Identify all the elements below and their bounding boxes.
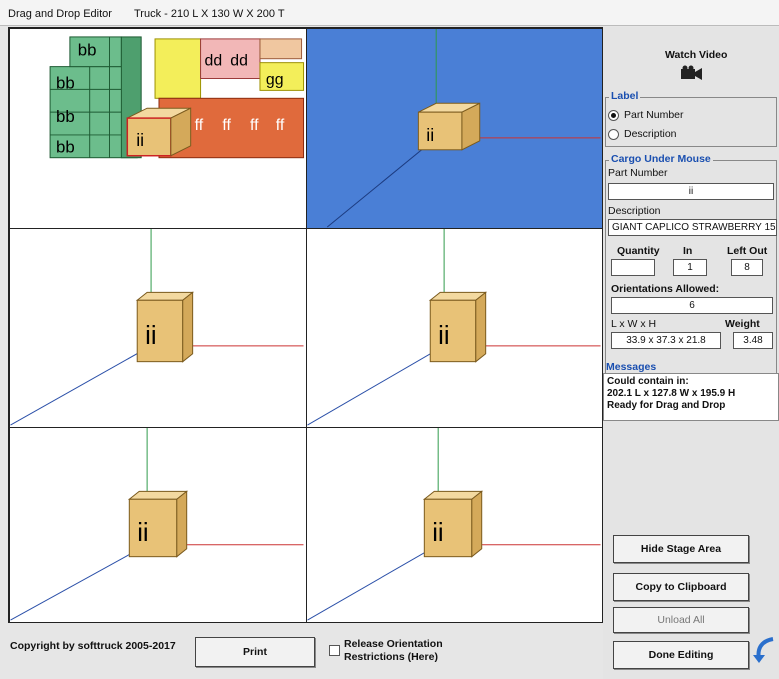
- lwh-field[interactable]: 33.9 x 37.3 x 21.8: [611, 332, 721, 349]
- orientations-field[interactable]: 6: [611, 297, 773, 314]
- view-iso[interactable]: ii: [306, 427, 603, 623]
- in-label: In: [683, 245, 693, 257]
- view-iso-svg: ii: [307, 428, 601, 621]
- tan-block: [259, 38, 303, 60]
- selected-box[interactable]: ii: [126, 107, 192, 157]
- part-number-field[interactable]: ii: [608, 183, 774, 200]
- description-option: Description: [624, 128, 677, 140]
- description-field[interactable]: GIANT CAPLICO STRAWBERRY 15: [608, 219, 777, 236]
- stack-label-ff-2: ff: [195, 117, 204, 134]
- done-editing-button[interactable]: Done Editing: [613, 641, 749, 669]
- stack-view-svg: bb bb bb bb dd dd gg ff ff ff ff ff: [49, 36, 305, 159]
- top-box: ii: [127, 490, 189, 558]
- yellow-block: [154, 38, 202, 99]
- stage-view-svg: ii: [326, 29, 601, 228]
- left-out-label: Left Out: [727, 245, 768, 257]
- view-grid: bb bb bb bb dd dd gg ff ff ff ff ff: [8, 27, 603, 623]
- title-bar: Drag and Drop Editor Truck - 210 L X 130…: [0, 0, 779, 26]
- description-label: Description: [608, 205, 661, 217]
- print-button[interactable]: Print: [195, 637, 315, 667]
- part-number-label: Part Number: [608, 167, 668, 179]
- view-top-svg: ii: [10, 428, 304, 621]
- stack-label-bb-3: bb: [56, 138, 75, 157]
- left-out-field[interactable]: 8: [731, 259, 763, 276]
- stack-label-ff-3: ff: [222, 117, 231, 134]
- lwh-label: L x W x H: [611, 318, 657, 330]
- release-line-1: Release Orientation: [344, 638, 443, 650]
- view-top[interactable]: ii: [9, 427, 307, 623]
- release-orientation-checkbox[interactable]: [329, 645, 340, 656]
- release-line-2: Restrictions (Here): [344, 651, 438, 663]
- message-line: 202.1 L x 127.8 W x 195.9 H: [607, 388, 736, 399]
- curved-arrow-icon: [753, 635, 777, 663]
- view-front-svg: ii: [10, 229, 304, 426]
- side-panel: Watch Video Label Part Number Descriptio…: [603, 27, 779, 679]
- unload-all-button[interactable]: Unload All: [613, 607, 749, 633]
- messages-box: Could contain in: 202.1 L x 127.8 W x 19…: [603, 373, 779, 421]
- label-group-title: Label: [609, 90, 641, 102]
- stack-label-dd-2: dd: [230, 53, 248, 70]
- messages-label: Messages: [606, 361, 657, 373]
- message-line: Could contain in:: [607, 376, 689, 387]
- quantity-label: Quantity: [617, 245, 660, 257]
- stack-label-gg: gg: [266, 71, 284, 88]
- description-radio[interactable]: [608, 129, 619, 140]
- watch-video-label[interactable]: Watch Video: [665, 49, 727, 61]
- stack-label-bb-top: bb: [78, 41, 97, 60]
- part-number-option: Part Number: [624, 109, 684, 121]
- part-number-radio[interactable]: [608, 110, 619, 121]
- truck-dimensions: Truck - 210 L X 130 W X 200 T: [134, 8, 285, 20]
- top-box-label: ii: [137, 519, 148, 547]
- stack-label-ff-5: ff: [276, 117, 285, 134]
- weight-field[interactable]: 3.48: [733, 332, 773, 349]
- selected-box-label: ii: [136, 130, 144, 150]
- quantity-field[interactable]: [611, 259, 655, 276]
- message-line: Ready for Drag and Drop: [607, 400, 726, 411]
- side-box: ii: [428, 291, 488, 363]
- front-box-label: ii: [145, 322, 156, 350]
- footer: Copyright by softtruck 2005-2017 Print R…: [0, 623, 603, 679]
- stage-box-label: ii: [426, 125, 434, 145]
- window-title: Drag and Drop Editor: [8, 8, 112, 20]
- copyright-text: Copyright by softtruck 2005-2017: [10, 640, 176, 652]
- view-front[interactable]: ii: [9, 228, 307, 428]
- stage-box[interactable]: ii: [417, 102, 481, 151]
- stage-view[interactable]: ii: [306, 28, 603, 229]
- video-camera-icon[interactable]: [679, 65, 703, 81]
- cargo-group-title: Cargo Under Mouse: [609, 153, 713, 165]
- iso-box-label: ii: [432, 519, 443, 547]
- view-side[interactable]: ii: [306, 228, 603, 428]
- view-side-svg: ii: [307, 229, 601, 426]
- hide-stage-button[interactable]: Hide Stage Area: [613, 535, 749, 563]
- stack-label-bb-2: bb: [56, 107, 75, 126]
- in-field[interactable]: 1: [673, 259, 707, 276]
- stack-label-ff-4: ff: [250, 117, 259, 134]
- weight-label: Weight: [725, 318, 760, 330]
- stack-label-bb-1: bb: [56, 73, 75, 92]
- copy-clipboard-button[interactable]: Copy to Clipboard: [613, 573, 749, 601]
- orientations-label: Orientations Allowed:: [611, 283, 720, 295]
- front-box: ii: [135, 291, 195, 363]
- iso-box: ii: [422, 490, 484, 558]
- side-box-label: ii: [438, 322, 449, 350]
- stack-label-dd-1: dd: [205, 53, 223, 70]
- stack-view[interactable]: bb bb bb bb dd dd gg ff ff ff ff ff: [9, 28, 307, 229]
